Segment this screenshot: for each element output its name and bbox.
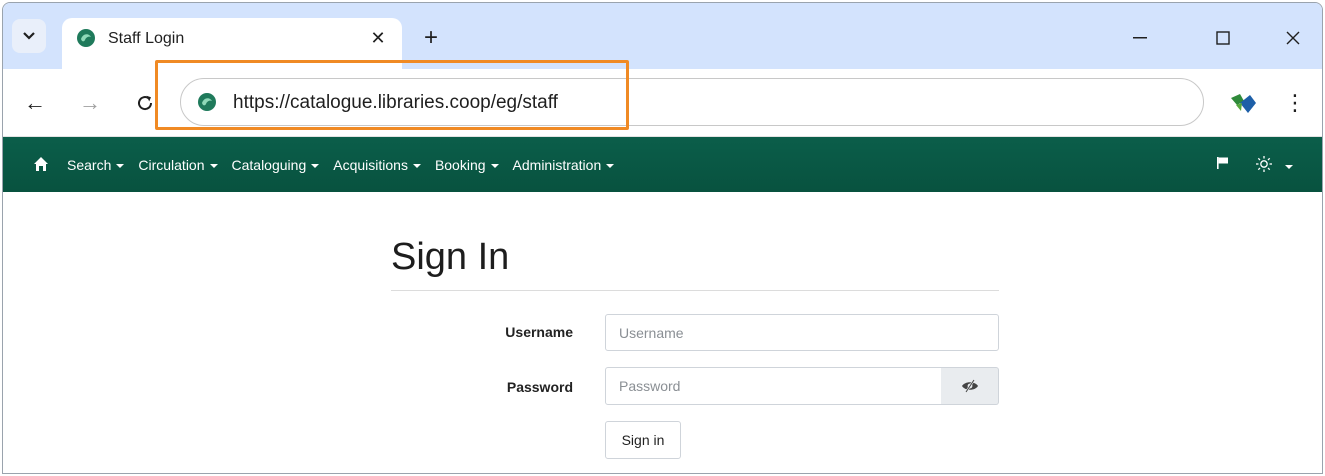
main-menu: Search Circulation Cataloguing Acquisiti…	[67, 157, 628, 173]
menu-cataloguing[interactable]: Cataloguing	[232, 157, 320, 173]
menu-label: Administration	[512, 157, 602, 173]
site-favicon-icon	[77, 29, 95, 47]
menu-circulation[interactable]: Circulation	[138, 157, 218, 173]
password-input[interactable]	[605, 367, 942, 405]
caret-down-icon	[311, 164, 320, 168]
caret-down-icon	[209, 164, 218, 168]
minimize-icon	[1133, 37, 1147, 39]
username-label: Username	[505, 324, 573, 340]
address-url[interactable]: https://catalogue.libraries.coop/eg/staf…	[233, 92, 558, 114]
site-favicon-icon	[198, 93, 216, 111]
sign-in-button[interactable]: Sign in	[605, 421, 681, 459]
menu-booking[interactable]: Booking	[435, 157, 499, 173]
menu-administration[interactable]: Administration	[513, 157, 615, 173]
browser-window: Staff Login ✕ + ← → https://catalogue.li…	[2, 2, 1323, 474]
divider	[391, 290, 999, 291]
tab-search-button[interactable]	[12, 19, 46, 53]
browser-toolbar: ← → https://catalogue.libraries.coop/eg/…	[3, 60, 1322, 137]
new-tab-button[interactable]: +	[416, 23, 446, 53]
theme-sun-icon[interactable]	[1255, 155, 1273, 173]
caret-down-icon	[606, 164, 615, 168]
menu-search[interactable]: Search	[67, 157, 125, 173]
caret-down-icon	[490, 164, 499, 168]
reload-button[interactable]	[130, 88, 160, 118]
caret-down-icon	[116, 164, 125, 168]
username-input[interactable]	[605, 314, 999, 351]
forward-button[interactable]: →	[75, 88, 105, 118]
tab-strip: Staff Login ✕ +	[3, 3, 1322, 69]
eye-slash-icon	[961, 379, 978, 393]
chevron-down-icon	[23, 32, 35, 40]
menu-label: Cataloguing	[231, 157, 307, 173]
caret-down-icon[interactable]	[1285, 165, 1293, 169]
menu-acquisitions[interactable]: Acquisitions	[333, 157, 421, 173]
menu-label: Search	[67, 157, 112, 173]
login-content: Sign In Username Password Sign in	[3, 192, 1322, 473]
tab-close-icon[interactable]: ✕	[366, 26, 390, 50]
extension-icon[interactable]	[1228, 89, 1260, 117]
browser-menu-button[interactable]: ⋮	[1283, 88, 1307, 118]
tab-staff-login[interactable]: Staff Login ✕	[62, 18, 402, 69]
menu-label: Booking	[434, 157, 486, 173]
close-icon	[1286, 31, 1300, 45]
page-title: Sign In	[391, 236, 510, 278]
flag-icon[interactable]	[1216, 156, 1230, 170]
maximize-button[interactable]	[1203, 23, 1243, 53]
back-button[interactable]: ←	[20, 88, 50, 118]
app-navbar: Search Circulation Cataloguing Acquisiti…	[3, 137, 1322, 192]
password-label: Password	[506, 379, 573, 395]
menu-label: Acquisitions	[333, 157, 408, 173]
home-icon[interactable]	[33, 156, 49, 172]
address-bar[interactable]: https://catalogue.libraries.coop/eg/staf…	[180, 78, 1204, 126]
reload-icon	[138, 95, 153, 111]
toggle-password-visibility-button[interactable]	[941, 367, 999, 405]
menu-label: Circulation	[138, 157, 205, 173]
tab-title: Staff Login	[108, 30, 185, 47]
close-window-button[interactable]	[1273, 23, 1313, 53]
maximize-icon	[1216, 31, 1230, 45]
caret-down-icon	[412, 164, 421, 168]
minimize-button[interactable]	[1120, 23, 1160, 53]
